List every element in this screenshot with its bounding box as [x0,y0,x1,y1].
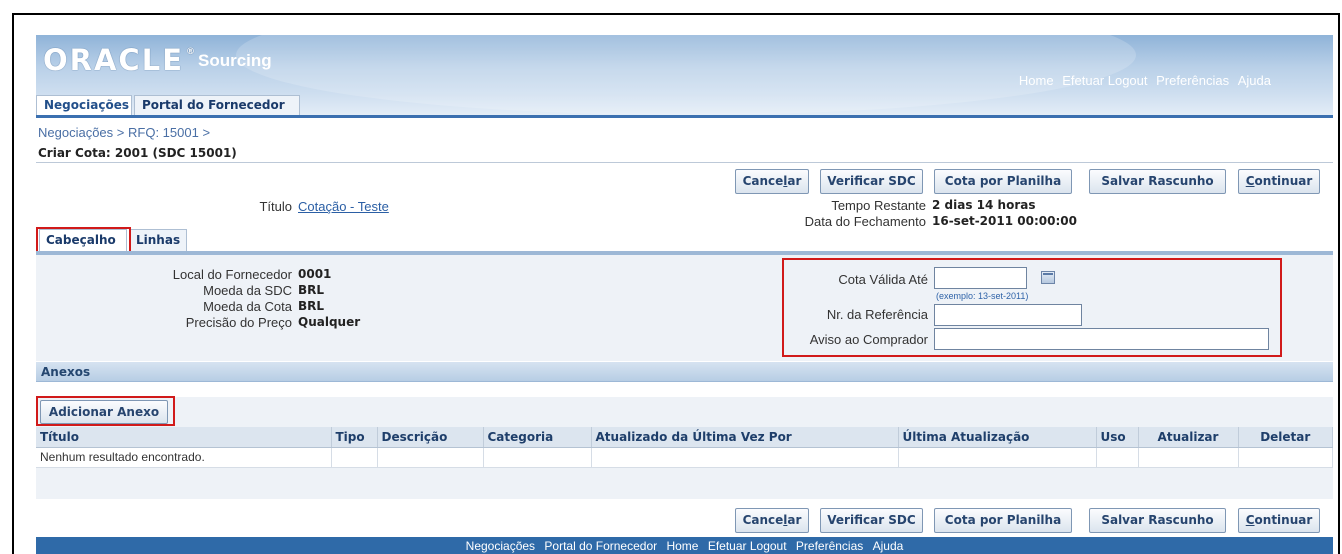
col-deletar: Deletar [1238,427,1333,448]
attachments-title: Anexos [41,365,91,379]
table-cell [1138,447,1239,468]
table-cell [898,447,1097,468]
breadcrumb: Negociações > RFQ: 15001 > [38,125,210,140]
branding-header: ORACLE ® Sourcing Home Efetuar Logout Pre… [36,35,1333,115]
page-title: Criar Cota: 2001 (SDC 15001) [38,146,237,160]
table-cell [1096,447,1139,468]
header-swoosh [236,35,1136,115]
quote-by-spreadsheet-button-bottom[interactable]: Cota por Planilha [934,508,1072,533]
supplier-site-value: 0001 [298,267,332,281]
table-row: Nenhum resultado encontrado. [36,447,1333,468]
global-link-home[interactable]: Home [1019,73,1054,88]
breadcrumb-separator: > [202,125,211,140]
time-left-value: 2 dias 14 horas [932,198,1036,212]
breadcrumb-separator: > [116,125,125,140]
close-date-label: Data do Fechamento [804,214,926,229]
col-tipo[interactable]: Tipo [331,427,378,448]
save-draft-button[interactable]: Salvar Rascunho [1089,169,1226,194]
tab-portal-fornecedor[interactable]: Portal do Fornecedor [134,95,300,115]
breadcrumb-rfq[interactable]: RFQ: 15001 [128,125,199,140]
quote-by-spreadsheet-button[interactable]: Cota por Planilha [934,169,1072,194]
footer-links: Negociações Portal do Fornecedor Home Ef… [36,537,1333,554]
footer-link-home[interactable]: Home [666,539,698,553]
quote-currency-label: Moeda da Cota [203,299,292,314]
highlight-quote-fields [782,258,1282,357]
global-link-preferences[interactable]: Preferências [1156,73,1229,88]
tab-negociacoes[interactable]: Negociações [36,95,132,115]
table-cell [377,447,484,468]
product-name: Sourcing [198,51,272,70]
cancel-button[interactable]: Cancelar [735,169,809,194]
continue-button-bottom[interactable]: Continuar [1238,508,1320,533]
table-cell [331,447,378,468]
top-button-row: Cancelar Verificar SDC Cota por Planilha… [36,169,1333,194]
table-cell [483,447,592,468]
rfq-currency-value: BRL [298,283,325,297]
attachments-table: Título Tipo Descrição Categoria Atualiza… [36,427,1333,468]
col-atualizado-por[interactable]: Atualizado da Última Vez Por [591,427,899,448]
price-precision-label: Precisão do Preço [185,315,292,330]
quote-currency-value: BRL [298,299,325,313]
verify-sdc-button[interactable]: Verificar SDC [820,169,923,194]
price-precision-value: Qualquer [298,315,361,329]
title-label: Título [259,199,292,214]
global-link-help[interactable]: Ajuda [1238,73,1271,88]
rfq-currency-label: Moeda da SDC [203,283,292,298]
footer-link-portal[interactable]: Portal do Fornecedor [544,539,657,553]
bottom-button-row: Cancelar Verificar SDC Cota por Planilha… [36,508,1333,533]
table-header-row: Título Tipo Descrição Categoria Atualiza… [36,427,1333,448]
cancel-button-bottom[interactable]: Cancelar [735,508,809,533]
col-uso[interactable]: Uso [1096,427,1139,448]
empty-message: Nenhum resultado encontrado. [36,447,332,468]
close-date-value: 16-set-2011 00:00:00 [932,214,1077,228]
table-cell [591,447,899,468]
time-left-label: Tempo Restante [831,198,926,213]
global-links: Home Efetuar Logout Preferências Ajuda [1014,73,1271,88]
footer-link-negociacoes[interactable]: Negociações [466,539,535,553]
verify-sdc-button-bottom[interactable]: Verificar SDC [820,508,923,533]
title-divider [36,162,1333,163]
continue-button[interactable]: Continuar [1238,169,1320,194]
footer-link-logout[interactable]: Efetuar Logout [708,539,787,553]
global-link-logout[interactable]: Efetuar Logout [1062,73,1147,88]
title-link[interactable]: Cotação - Teste [298,199,389,214]
col-ultima-atualizacao[interactable]: Última Atualização [898,427,1097,448]
breadcrumb-negociacoes[interactable]: Negociações [38,125,113,140]
supplier-site-label: Local do Fornecedor [172,267,292,282]
col-titulo[interactable]: Título [36,427,332,448]
col-descricao[interactable]: Descrição [377,427,484,448]
col-categoria[interactable]: Categoria [483,427,592,448]
footer-link-preferences[interactable]: Preferências [796,539,863,553]
col-atualizar: Atualizar [1138,427,1239,448]
browser-frame: ORACLE ® Sourcing Home Efetuar Logout Pre… [12,13,1340,554]
highlight-add-attachment [36,396,175,426]
tab-underline [36,115,1333,118]
oracle-page: ORACLE ® Sourcing Home Efetuar Logout Pre… [36,35,1333,554]
oracle-logo: ORACLE ® [43,43,197,77]
footer-link-help[interactable]: Ajuda [873,539,904,553]
save-draft-button-bottom[interactable]: Salvar Rascunho [1089,508,1226,533]
subtab-linhas[interactable]: Linhas [129,229,187,252]
attachments-header: Anexos [36,362,1333,382]
table-cell [1238,447,1333,468]
